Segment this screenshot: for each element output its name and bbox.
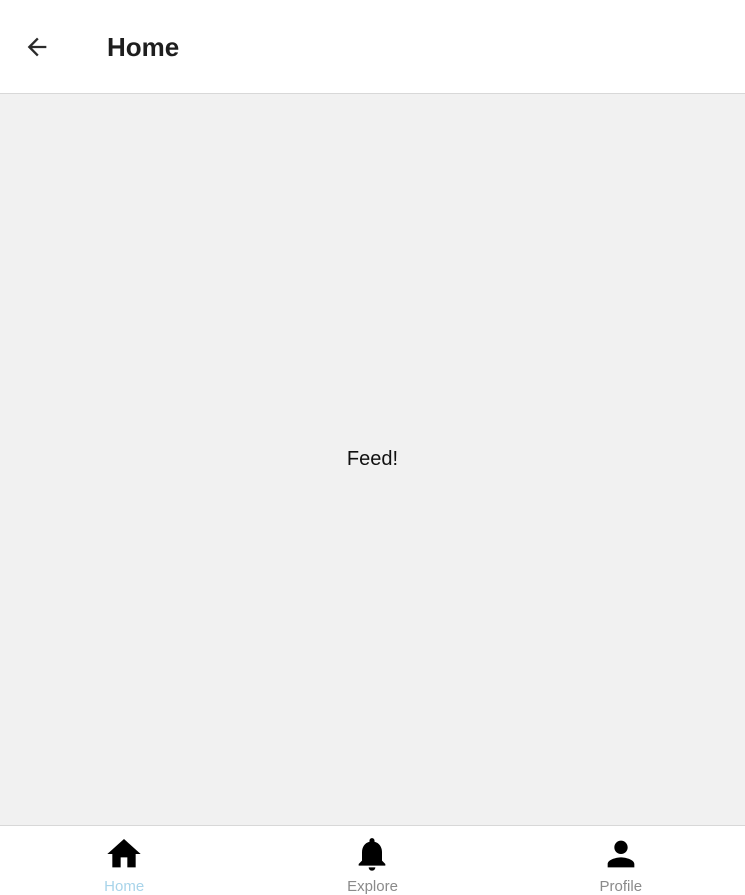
main-content: Feed! xyxy=(0,94,745,825)
bottom-tab-bar: Home Explore Profile xyxy=(0,825,745,895)
arrow-left-icon xyxy=(27,37,47,57)
app-root: Home Feed! Home Explore Profile xyxy=(0,0,745,895)
page-title: Home xyxy=(107,32,180,62)
tab-profile[interactable]: Profile xyxy=(497,826,745,895)
person-icon xyxy=(601,834,641,874)
tab-profile-label: Profile xyxy=(599,878,643,895)
back-button[interactable] xyxy=(14,24,60,70)
tab-home-label: Home xyxy=(104,878,145,895)
home-icon xyxy=(104,834,144,874)
feed-message: Feed! xyxy=(346,447,399,470)
tab-explore[interactable]: Explore xyxy=(248,826,496,895)
tab-explore-label: Explore xyxy=(347,878,398,895)
app-header: Home xyxy=(0,0,745,94)
tab-home[interactable]: Home xyxy=(0,826,248,895)
bell-icon xyxy=(352,834,392,874)
